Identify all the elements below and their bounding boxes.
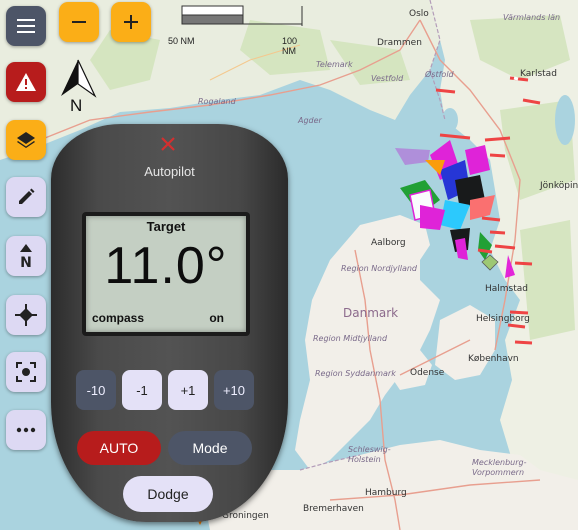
map-label-helsingborg: Helsingborg: [476, 314, 530, 324]
pilot-state-label: on: [209, 311, 224, 325]
map-label-oslo: Oslo: [409, 9, 429, 19]
map-label-hamburg: Hamburg: [365, 488, 407, 498]
map-label-rogaland: Rogaland: [198, 97, 236, 106]
layers-button[interactable]: [6, 120, 46, 160]
map-label-kobenhavn: København: [468, 354, 519, 364]
map-label-telemark: Telemark: [316, 60, 353, 69]
map-label-mecklenburg: Mecklenburg- Vorpommern: [472, 458, 527, 477]
center-button[interactable]: [6, 295, 46, 335]
map-label-aalborg: Aalborg: [371, 238, 406, 248]
autopilot-title: Autopilot: [144, 164, 195, 179]
map-label-halmstad: Halmstad: [485, 284, 528, 294]
north-arrow: N: [56, 58, 100, 118]
map-label-region-syddanmark: Region Syddanmark: [315, 369, 396, 378]
map-label-vestfold: Vestfold: [371, 74, 404, 83]
north-up-icon: N: [20, 244, 32, 269]
pencil-icon: [19, 188, 35, 204]
adjust-minus-1-button[interactable]: -1: [122, 370, 162, 410]
scale-label-100: 100 NM: [282, 36, 298, 56]
alarm-button[interactable]: [6, 62, 46, 102]
focus-vessel-icon: [16, 362, 36, 382]
autopilot-display: Target 11.0° compass on: [86, 216, 246, 332]
more-dots-icon: [16, 427, 36, 433]
map-label-region-nordjylland: Region Nordjylland: [341, 264, 417, 273]
target-label: Target: [146, 219, 186, 234]
north-up-button[interactable]: N: [6, 236, 46, 276]
mode-button[interactable]: Mode: [168, 431, 252, 465]
crosshair-icon: [15, 304, 37, 326]
edit-button[interactable]: [6, 177, 46, 217]
more-button[interactable]: [6, 410, 46, 450]
north-label: N: [70, 96, 83, 115]
scale-bar: 50 NM 100 NM: [168, 4, 306, 56]
focus-vessel-button[interactable]: [6, 352, 46, 392]
map-label-varmlands-lan: Värmlands län: [503, 13, 561, 22]
close-icon[interactable]: [159, 135, 177, 153]
dodge-button[interactable]: Dodge: [123, 476, 213, 512]
map-label-region-midtjylland: Region Midtjylland: [313, 334, 388, 343]
map-label-drammen: Drammen: [377, 38, 422, 48]
map-label-schleswig-holstein: Schleswig- Holstein: [348, 445, 391, 464]
map-label-jonkoping: Jönköping: [540, 181, 578, 191]
layers-icon: [17, 132, 35, 148]
zoom-in-button[interactable]: [111, 2, 151, 42]
auto-button[interactable]: AUTO: [77, 431, 161, 465]
map-label-karlstad: Karlstad: [520, 69, 557, 79]
adjust-plus-1-button[interactable]: +1: [168, 370, 208, 410]
adjust-plus-10-button[interactable]: +10: [214, 370, 254, 410]
zoom-out-button[interactable]: [59, 2, 99, 42]
scale-label-50: 50 NM: [168, 36, 195, 46]
minus-icon: [72, 21, 86, 23]
svg-text:N: N: [20, 255, 32, 269]
target-value: 11.0°: [104, 237, 228, 295]
map-label-odense: Odense: [410, 368, 445, 378]
warning-triangle-icon: [16, 73, 36, 91]
autopilot-panel: Autopilot Target 11.0° compass on -10 -1…: [51, 124, 288, 522]
adjust-minus-10-button[interactable]: -10: [76, 370, 116, 410]
menu-button[interactable]: [6, 6, 46, 46]
hamburger-menu-icon: [17, 19, 35, 33]
plus-icon: [124, 15, 138, 29]
map-label-danmark: Danmark: [343, 306, 399, 320]
pilot-mode-label: compass: [92, 311, 145, 325]
map-label-agder: Agder: [298, 116, 322, 125]
map-label-bremerhaven: Bremerhaven: [303, 504, 364, 514]
map-label-ostfold: Østfold: [425, 70, 454, 79]
